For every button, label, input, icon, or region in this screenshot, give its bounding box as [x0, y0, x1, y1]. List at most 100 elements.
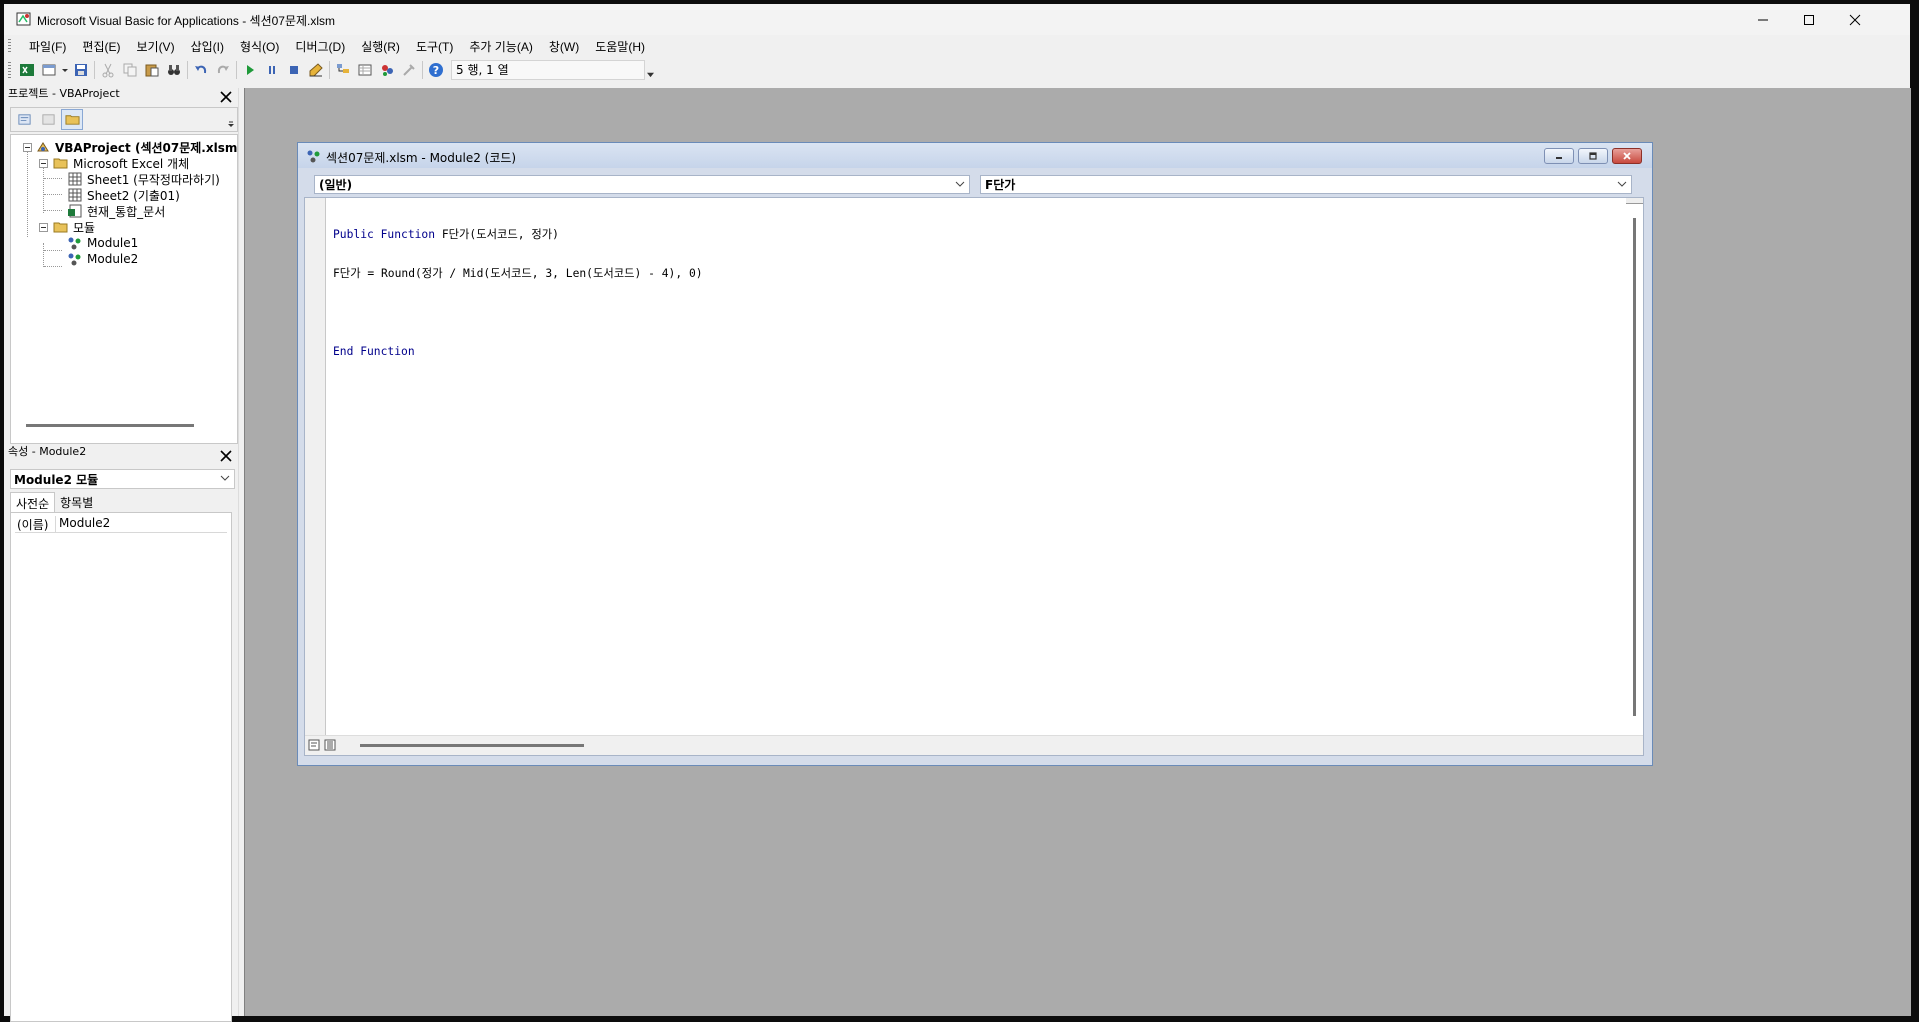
tree-line — [43, 163, 44, 213]
menu-help[interactable]: 도움말(H) — [587, 38, 653, 55]
code-line-2: F단가 = Round(정가 / Mid(도서코드, 3, Len(도서코드) … — [333, 267, 703, 280]
code-split-bar[interactable] — [1626, 198, 1643, 204]
menu-addins[interactable]: 추가 기능(A) — [461, 38, 541, 55]
procedure-combo[interactable]: F단가 — [980, 175, 1632, 194]
run-button[interactable] — [239, 59, 261, 81]
procedure-view-icon — [308, 739, 320, 751]
properties-panel-close-button[interactable] — [218, 448, 234, 464]
window-title: Microsoft Visual Basic for Applications … — [37, 14, 336, 28]
code-line-1: Public Function F단가(도서코드, 정가) — [333, 228, 703, 241]
project-toolbar-options-button[interactable] — [227, 112, 235, 128]
paste-button[interactable] — [141, 59, 163, 81]
menu-window[interactable]: 창(W) — [541, 38, 587, 55]
find-button[interactable] — [163, 59, 185, 81]
code-vertical-scrollbar[interactable] — [1626, 198, 1643, 738]
menu-edit[interactable]: 편집(E) — [74, 38, 128, 55]
tree-item-sheet1[interactable]: Sheet1 (무작정따라하기) — [67, 171, 220, 187]
menu-file[interactable]: 파일(F) — [21, 38, 74, 55]
properties-object-combo[interactable]: Module2 모듈 — [10, 469, 235, 489]
toolbar-grip[interactable] — [8, 61, 11, 78]
tree-collapse-toggle[interactable] — [39, 223, 48, 232]
properties-object-value: Module2 모듈 — [14, 472, 99, 487]
play-icon — [247, 64, 254, 75]
properties-panel-title: 속성 - Module2 — [8, 445, 87, 458]
property-row-name[interactable]: (이름) Module2 — [15, 516, 227, 533]
procedure-combo-value: F단가 — [985, 178, 1016, 192]
project-tree-horizontal-scrollbar[interactable] — [26, 424, 194, 427]
design-mode-button[interactable] — [305, 59, 327, 81]
tree-item-workbook[interactable]: 현재_통합_문서 — [67, 203, 165, 219]
menu-view[interactable]: 보기(V) — [128, 38, 182, 55]
maximize-button[interactable] — [1786, 4, 1832, 35]
object-combo[interactable]: (일반) — [314, 175, 970, 194]
save-button[interactable] — [70, 59, 92, 81]
tree-item-sheet2[interactable]: Sheet2 (기출01) — [67, 187, 180, 203]
tab-alphabetic[interactable]: 사전순 — [10, 492, 56, 512]
menu-debug[interactable]: 디버그(D) — [287, 38, 353, 55]
object-browser-button[interactable] — [376, 59, 398, 81]
tree-collapse-toggle[interactable] — [23, 143, 32, 152]
tree-item-modules-folder[interactable]: 모듈 — [53, 219, 95, 235]
procedure-view-button[interactable] — [307, 738, 321, 752]
project-explorer-button[interactable] — [332, 59, 354, 81]
mdi-workspace: 섹션07문제.xlsm - Module2 (코드) (일반) F단가 Publ… — [244, 88, 1911, 1016]
code-text[interactable]: Public Function F단가(도서코드, 정가) F단가 = Roun… — [333, 202, 703, 384]
properties-window-button[interactable] — [354, 59, 376, 81]
full-module-view-icon — [324, 739, 336, 751]
code-margin-indicator-bar[interactable] — [305, 198, 326, 738]
tree-item-vbaproject[interactable]: VBAProject (섹션07문제.xlsm) — [35, 139, 238, 155]
object-browser-icon — [382, 64, 393, 76]
menu-insert[interactable]: 삽입(I) — [183, 38, 232, 55]
view-code-icon — [17, 114, 31, 125]
reset-button[interactable] — [283, 59, 305, 81]
redo-icon — [217, 65, 229, 73]
full-module-view-button[interactable] — [323, 738, 337, 752]
toolbox-icon — [403, 63, 415, 76]
copy-button[interactable] — [119, 59, 141, 81]
userform-icon — [42, 64, 56, 75]
menubar-grip[interactable] — [8, 39, 11, 53]
break-button[interactable] — [261, 59, 283, 81]
tree-item-label: Module1 — [87, 236, 139, 250]
tree-item-module2[interactable]: Module2 — [67, 251, 138, 267]
code-window-close-button[interactable] — [1612, 148, 1642, 164]
help-button[interactable]: ? — [425, 59, 447, 81]
code-window-titlebar[interactable]: 섹션07문제.xlsm - Module2 (코드) — [298, 143, 1652, 168]
project-panel-close-button[interactable] — [218, 89, 234, 105]
toggle-folders-button[interactable] — [61, 109, 83, 130]
tree-collapse-toggle[interactable] — [39, 159, 48, 168]
property-value[interactable]: Module2 — [56, 516, 110, 532]
pause-icon — [269, 65, 275, 74]
tab-categorized[interactable]: 항목별 — [55, 492, 98, 512]
minimize-button[interactable] — [1740, 4, 1786, 35]
toolbox-button[interactable] — [398, 59, 420, 81]
cut-button[interactable] — [97, 59, 119, 81]
redo-button[interactable] — [212, 59, 234, 81]
tree-item-label: VBAProject (섹션07문제.xlsm) — [55, 140, 238, 155]
code-window-restore-button[interactable] — [1578, 148, 1608, 164]
view-excel-button[interactable] — [16, 59, 38, 81]
tree-item-module1[interactable]: Module1 — [67, 235, 138, 251]
toolbar-options-button[interactable] — [645, 59, 655, 81]
worksheet-icon — [67, 188, 83, 202]
tree-line — [43, 243, 44, 267]
code-horizontal-scrollbar[interactable] — [305, 735, 1643, 755]
vertical-scroll-thumb[interactable] — [1633, 218, 1636, 716]
undo-button[interactable] — [190, 59, 212, 81]
menu-format[interactable]: 형식(O) — [232, 38, 287, 55]
view-code-button[interactable] — [13, 109, 35, 130]
close-button[interactable] — [1832, 4, 1878, 35]
code-window-minimize-button[interactable] — [1544, 148, 1574, 164]
tree-line — [44, 194, 62, 195]
menu-run[interactable]: 실행(R) — [353, 38, 408, 55]
code-line-4: End Function — [333, 345, 415, 358]
horizontal-scroll-thumb[interactable] — [360, 744, 584, 747]
menu-tools[interactable]: 도구(T) — [408, 38, 461, 55]
tree-item-excel-objects[interactable]: Microsoft Excel 개체 — [53, 155, 189, 171]
insert-userform-button[interactable] — [38, 59, 60, 81]
view-object-button[interactable] — [37, 109, 59, 130]
insert-dropdown-button[interactable] — [60, 59, 70, 81]
toolbar-separator — [236, 60, 237, 79]
stop-icon — [290, 65, 298, 74]
code-editor[interactable]: Public Function F단가(도서코드, 정가) F단가 = Roun… — [304, 197, 1644, 756]
